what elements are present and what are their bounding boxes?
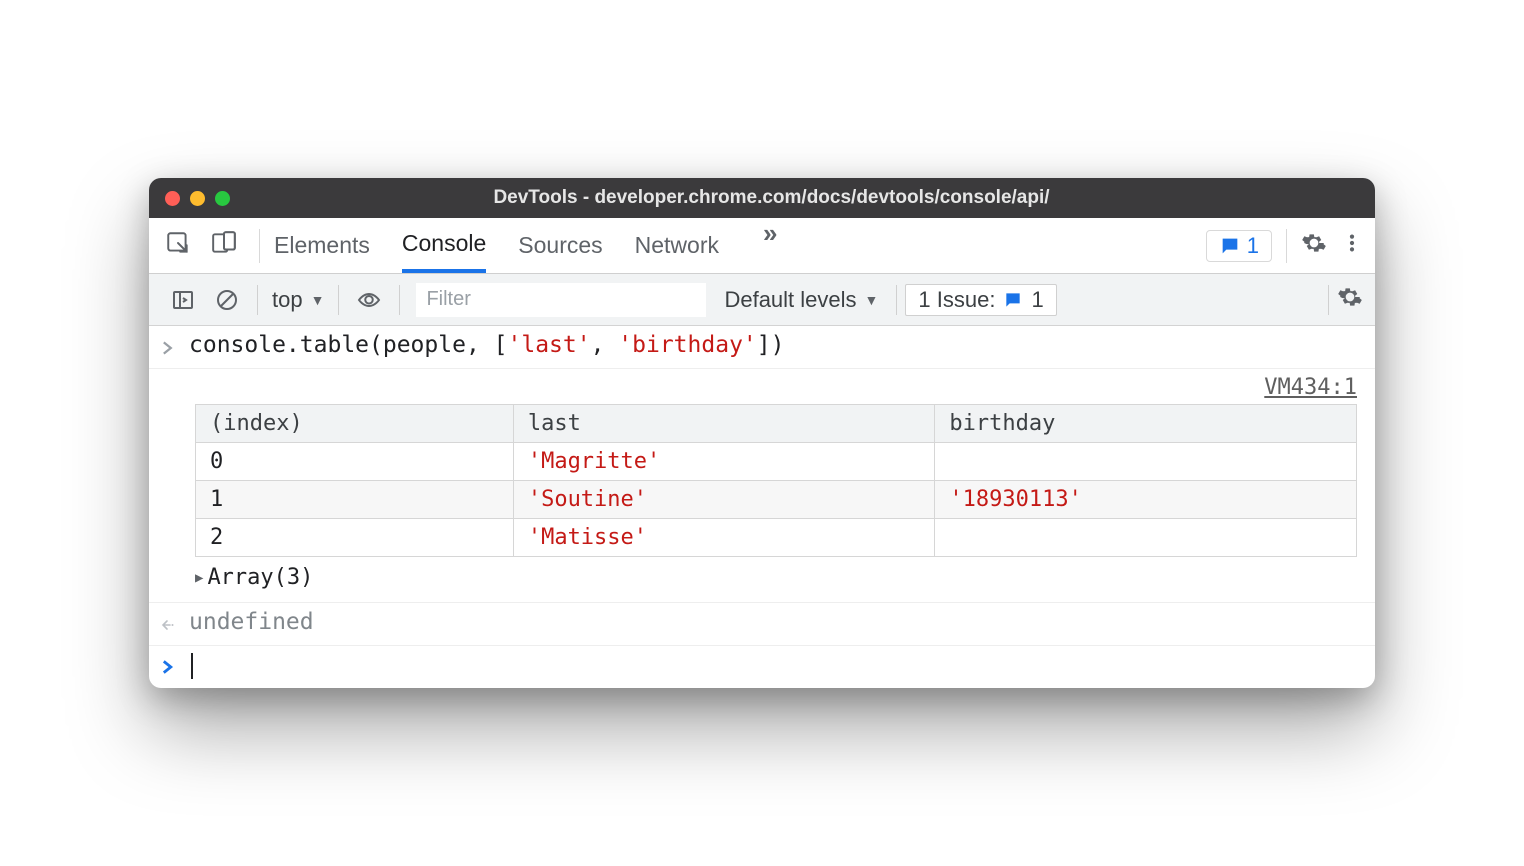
log-level-selector[interactable]: Default levels ▼ [714,287,888,313]
cell-birthday [935,519,1357,557]
tab-network[interactable]: Network [635,218,719,273]
console-input[interactable] [189,652,193,679]
toggle-console-sidebar-icon[interactable] [161,288,205,312]
maximize-window-button[interactable] [215,191,230,206]
tabs-overflow-icon[interactable]: » [763,218,777,273]
object-expander[interactable]: ▶ Array(3) [195,557,1357,594]
table-row: 0 'Magritte' [196,443,1357,481]
console-settings-gear-icon[interactable] [1337,284,1363,316]
dropdown-triangle-icon: ▼ [865,292,879,308]
tab-console[interactable]: Console [402,218,486,273]
cell-last: 'Soutine' [513,481,935,519]
issues-label: 1 Issue: [918,287,995,313]
tab-sources[interactable]: Sources [518,218,602,273]
prompt-chevron-icon [161,652,189,682]
issues-count: 1 [1247,233,1259,259]
return-value: undefined [189,609,314,635]
source-link[interactable]: VM434:1 [149,369,1375,400]
settings-gear-icon[interactable] [1301,230,1327,262]
dropdown-triangle-icon: ▼ [311,292,325,308]
cell-index: 0 [196,443,514,481]
traffic-lights [165,191,230,206]
devtools-tabbar: Elements Console Sources Network » 1 [149,218,1375,274]
code-string: 'birthday' [618,332,756,358]
tab-elements[interactable]: Elements [274,218,370,273]
levels-label: Default levels [724,287,856,313]
console-issues-chip[interactable]: 1 Issue: 1 [905,284,1056,316]
toggle-device-toolbar-icon[interactable] [211,230,237,262]
execution-context-selector[interactable]: top ▼ [266,287,330,313]
console-filter-input[interactable]: Filter [416,283,706,317]
console-table: (index) last birthday 0 'Magritte' 1 [195,404,1357,557]
cell-last: 'Matisse' [513,519,935,557]
devtools-window: DevTools - developer.chrome.com/docs/dev… [149,178,1375,688]
text-cursor [191,653,193,679]
col-birthday[interactable]: birthday [935,405,1357,443]
window-titlebar: DevTools - developer.chrome.com/docs/dev… [149,178,1375,218]
context-label: top [272,287,303,313]
more-menu-icon[interactable] [1341,230,1363,262]
input-chevron-icon [161,332,189,362]
array-summary: Array(3) [207,565,313,590]
code-string: 'last' [508,332,591,358]
issues-indicator[interactable]: 1 [1206,230,1272,262]
cell-last: 'Magritte' [513,443,935,481]
console-return-row: undefined [149,603,1375,646]
window-title: DevTools - developer.chrome.com/docs/dev… [250,187,1359,209]
cell-index: 1 [196,481,514,519]
console-output: console.table(people, ['last', 'birthday… [149,326,1375,688]
col-index[interactable]: (index) [196,405,514,443]
expand-triangle-icon: ▶ [195,570,203,586]
code-text: , [591,332,619,358]
col-last[interactable]: last [513,405,935,443]
code-text: console.table(people, [ [189,332,508,358]
echoed-command: console.table(people, ['last', 'birthday… [189,332,784,358]
filter-placeholder: Filter [426,288,470,311]
console-prompt-row[interactable] [149,646,1375,688]
clear-console-icon[interactable] [205,288,249,312]
table-header-row: (index) last birthday [196,405,1357,443]
minimize-window-button[interactable] [190,191,205,206]
cell-index: 2 [196,519,514,557]
table-row: 1 'Soutine' '18930113' [196,481,1357,519]
code-text: ]) [757,332,785,358]
return-arrow-icon [161,609,189,639]
console-toolbar: top ▼ Filter Default levels ▼ 1 Issue: 1 [149,274,1375,326]
cell-birthday [935,443,1357,481]
issues-count: 1 [1031,287,1043,313]
cell-birthday: '18930113' [935,481,1357,519]
table-row: 2 'Matisse' [196,519,1357,557]
inspect-element-icon[interactable] [165,230,191,262]
console-input-echo: console.table(people, ['last', 'birthday… [149,326,1375,369]
live-expression-eye-icon[interactable] [347,288,391,312]
close-window-button[interactable] [165,191,180,206]
